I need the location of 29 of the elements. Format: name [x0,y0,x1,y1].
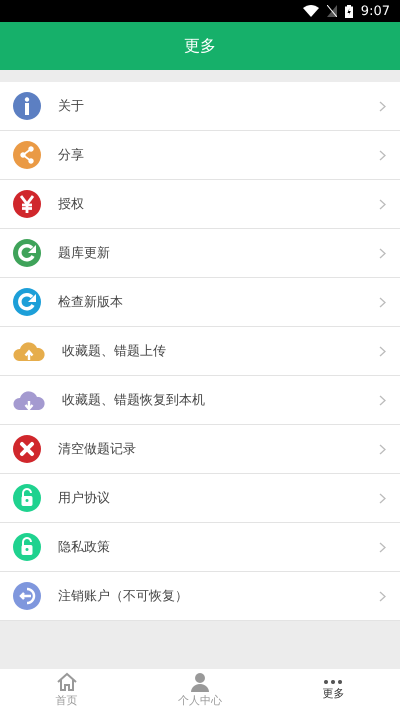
home-icon [56,672,78,692]
no-signal-icon [326,5,337,17]
chevron-icon [379,444,386,454]
nav-tab[interactable]: 更多 [266,669,400,711]
logout-icon [12,581,42,611]
yen-icon [12,189,42,219]
chevron-icon [379,492,386,504]
close-icon [12,434,42,464]
chevron-icon [379,394,386,406]
share-icon [12,140,42,170]
wifi-icon [302,5,319,17]
chevron-icon [379,296,386,308]
battery-icon [344,4,353,18]
chevron-icon [379,100,386,112]
more-icon [322,679,344,685]
refresh-icon [12,287,42,317]
chevron-icon [379,150,386,160]
person-icon [188,672,211,692]
chevron-icon [379,198,386,210]
chevron-icon [379,542,386,552]
chevron-icon [379,248,386,258]
lock-icon [12,483,42,513]
chevron-icon [379,346,386,356]
status-time: 9:07 [360,4,390,18]
refresh-icon [12,238,42,268]
info-icon [12,91,42,121]
page-title: 更多 [184,36,216,56]
chevron-icon [379,590,386,602]
lock-icon [12,532,42,562]
